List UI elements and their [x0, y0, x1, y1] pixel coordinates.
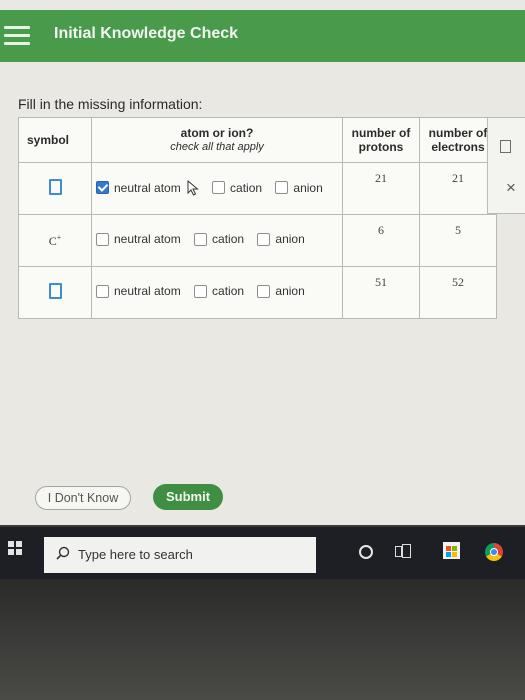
column-header-electrons: number of electrons: [419, 117, 497, 163]
cation-checkbox[interactable]: [212, 181, 226, 195]
option-anion[interactable]: anion: [257, 284, 305, 299]
electrons-value: 52: [419, 266, 497, 319]
cation-checkbox[interactable]: [194, 284, 208, 298]
symbol-input-box[interactable]: [48, 283, 62, 299]
dont-know-button[interactable]: I Don't Know: [35, 486, 131, 510]
symbol-text: C+: [48, 232, 62, 248]
monitor-bezel: [0, 579, 525, 700]
mouse-cursor-icon: [187, 179, 199, 196]
protons-value: 21: [342, 162, 420, 215]
electrons-header-line2: electrons: [431, 140, 485, 154]
anion-checkbox[interactable]: [257, 232, 271, 246]
option-label: neutral atom: [114, 180, 181, 195]
hamburger-menu-icon[interactable]: [4, 26, 30, 46]
atom-or-ion-options: neutral atom cation anion: [91, 266, 343, 319]
electrons-header-line1: number of: [428, 126, 488, 140]
protons-header-line2: protons: [358, 140, 404, 154]
answer-tools-panel: ×: [487, 117, 525, 214]
chrome-icon[interactable]: [485, 543, 503, 561]
electrons-value: 21: [419, 162, 497, 215]
option-anion[interactable]: anion: [275, 180, 323, 195]
symbol-cell: [18, 162, 92, 215]
table-header-row: symbol atom or ion? check all that apply…: [18, 117, 497, 163]
symbol-cell: C+: [18, 214, 92, 267]
question-table: symbol atom or ion? check all that apply…: [18, 117, 497, 319]
windows-taskbar: Type here to search: [0, 527, 525, 579]
windows-start-icon[interactable]: [8, 541, 22, 555]
search-icon: [56, 546, 70, 560]
protons-value: 51: [342, 266, 420, 319]
table-row: neutral atom cation anion 21 21: [18, 162, 497, 215]
symbol-charge: +: [56, 232, 62, 242]
symbol-element: C: [48, 233, 57, 248]
option-anion[interactable]: anion: [257, 232, 305, 247]
protons-value: 6: [342, 214, 420, 267]
superscript-box-icon[interactable]: [500, 140, 511, 153]
neutral-atom-checkbox[interactable]: [96, 181, 109, 195]
column-header-symbol: symbol: [18, 117, 92, 163]
atom-or-ion-options: neutral atom cation anion: [91, 214, 343, 267]
protons-header-line1: number of: [351, 126, 411, 140]
option-label: cation: [212, 284, 245, 299]
cation-checkbox[interactable]: [194, 232, 208, 246]
option-label: anion: [275, 284, 305, 299]
cortana-icon[interactable]: [359, 545, 373, 559]
atom-or-ion-options: neutral atom cation anion: [91, 162, 343, 215]
task-view-icon[interactable]: [395, 544, 411, 558]
option-neutral-atom[interactable]: neutral atom: [96, 232, 181, 246]
option-label: anion: [275, 232, 305, 247]
store-icon[interactable]: [443, 542, 460, 559]
symbol-input-box[interactable]: [48, 179, 62, 195]
header-bar: Initial Knowledge Check: [0, 10, 525, 62]
close-icon[interactable]: ×: [506, 178, 516, 198]
question-prompt: Fill in the missing information:: [18, 96, 203, 112]
option-cation[interactable]: cation: [194, 232, 244, 246]
anion-checkbox[interactable]: [257, 284, 271, 298]
option-label: anion: [293, 180, 323, 195]
symbol-cell: [18, 266, 92, 319]
option-cation[interactable]: cation: [212, 181, 262, 195]
option-cation[interactable]: cation: [194, 284, 244, 298]
option-neutral-atom[interactable]: neutral atom: [96, 284, 181, 298]
option-label: cation: [230, 180, 263, 195]
check-all-that-apply-label: check all that apply: [170, 141, 264, 153]
neutral-atom-checkbox[interactable]: [96, 284, 109, 298]
taskbar-search-box[interactable]: Type here to search: [44, 537, 316, 573]
table-row: neutral atom cation anion 51 52: [18, 266, 497, 319]
atom-or-ion-label: atom or ion?: [180, 126, 254, 140]
option-label: neutral atom: [114, 284, 181, 299]
option-label: cation: [212, 232, 245, 247]
table-row: C+ neutral atom cation anion 6 5: [18, 214, 497, 267]
column-header-protons: number of protons: [342, 117, 420, 163]
electrons-value: 5: [419, 214, 497, 267]
option-neutral-atom[interactable]: neutral atom: [96, 179, 199, 196]
option-label: neutral atom: [114, 232, 181, 247]
page-title: Initial Knowledge Check: [54, 25, 239, 42]
search-placeholder: Type here to search: [78, 547, 193, 562]
browser-screen: Initial Knowledge Check Fill in the miss…: [0, 0, 525, 525]
neutral-atom-checkbox[interactable]: [96, 232, 109, 246]
submit-button[interactable]: Submit: [153, 484, 223, 510]
anion-checkbox[interactable]: [275, 181, 289, 195]
column-header-atom-or-ion: atom or ion? check all that apply: [91, 117, 343, 163]
